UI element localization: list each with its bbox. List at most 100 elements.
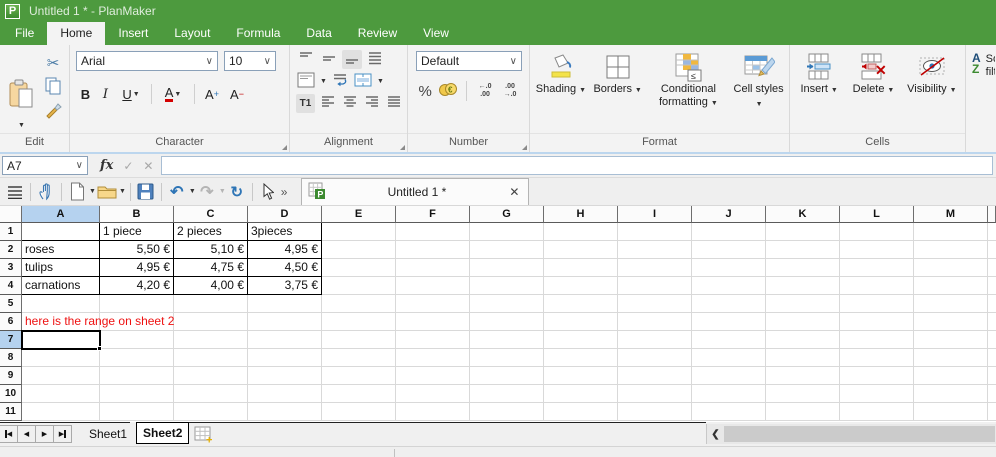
cell-E9[interactable] [322,367,396,385]
cell-B1[interactable]: 1 piece [100,223,174,241]
cell-I3[interactable] [618,259,692,277]
cell-E8[interactable] [322,349,396,367]
cell-E2[interactable] [322,241,396,259]
visibility-dropdown-icon[interactable]: ▼ [948,87,957,94]
cell-E6[interactable] [322,313,396,331]
row-header-9[interactable]: 9 [0,367,22,385]
cell-I2[interactable] [618,241,692,259]
cell-F9[interactable] [396,367,470,385]
insert-cells-dropdown-icon[interactable]: ▼ [829,87,838,94]
cell-A9[interactable] [22,367,100,385]
font-color-dropdown-icon[interactable]: ▼ [174,91,181,98]
cell-K7[interactable] [766,331,840,349]
cell-M7[interactable] [914,331,988,349]
cell-G9[interactable] [470,367,544,385]
insert-function-button[interactable]: fx [100,158,113,173]
cell-J2[interactable] [692,241,766,259]
cell-E7[interactable] [322,331,396,349]
delete-cells-dropdown-icon[interactable]: ▼ [885,87,894,94]
column-header-G[interactable]: G [470,206,544,223]
object-mode-button[interactable] [257,181,279,203]
cell-L6[interactable] [840,313,914,331]
cell-E5[interactable] [322,295,396,313]
cell-F5[interactable] [396,295,470,313]
increase-decimals-button[interactable]: ←.0.00 [474,83,496,99]
font-name-combobox[interactable]: Arial∨ [76,51,218,71]
cell-G3[interactable] [470,259,544,277]
cell-G1[interactable] [470,223,544,241]
cell-K1[interactable] [766,223,840,241]
cell-I5[interactable] [618,295,692,313]
cell-I8[interactable] [618,349,692,367]
cell-styles-dropdown-icon[interactable]: ▼ [756,101,763,108]
new-document-button[interactable] [66,181,88,203]
column-header-I[interactable]: I [618,206,692,223]
cell-J10[interactable] [692,385,766,403]
formula-input[interactable] [161,156,993,175]
hamburger-menu-button[interactable] [4,181,26,203]
cell-A10[interactable] [22,385,100,403]
cell-C8[interactable] [174,349,248,367]
align-right-button[interactable] [362,94,381,113]
last-sheet-button[interactable]: ▶ [53,425,72,443]
underline-dropdown-icon[interactable]: ▼ [133,91,140,98]
cell-A11[interactable] [22,403,100,421]
cell-H3[interactable] [544,259,618,277]
cell-D3[interactable]: 4,50 € [248,259,322,277]
cell-C4[interactable]: 4,00 € [174,277,248,295]
text-direction-button[interactable]: T1 [296,94,315,113]
number-format-combobox[interactable]: Default∨ [416,51,522,71]
merge-cells-button[interactable] [353,72,373,91]
cell-G6[interactable] [470,313,544,331]
open-document-button[interactable] [96,181,118,203]
toolbar-overflow-button[interactable]: » [281,185,288,199]
format-cell-dropdown-icon[interactable]: ▼ [320,78,327,85]
currency-format-button[interactable]: € [437,81,459,101]
cell-L9[interactable] [840,367,914,385]
column-header-F[interactable]: F [396,206,470,223]
horizontal-scrollbar[interactable]: ❮ [706,424,996,444]
cell-B5[interactable] [100,295,174,313]
cell-J7[interactable] [692,331,766,349]
cell-G11[interactable] [470,403,544,421]
borders-dropdown-icon[interactable]: ▼ [633,87,642,94]
menu-tab-review[interactable]: Review [345,22,410,45]
cell-L4[interactable] [840,277,914,295]
column-header-B[interactable]: B [100,206,174,223]
cell-K8[interactable] [766,349,840,367]
sheet-tab-sheet2[interactable]: Sheet2 [136,422,189,444]
cell-K2[interactable] [766,241,840,259]
cell-A4[interactable]: carnations [22,277,100,295]
cell-D2[interactable]: 4,95 € [248,241,322,259]
cell-L8[interactable] [840,349,914,367]
cell-B4[interactable]: 4,20 € [100,277,174,295]
cell-J4[interactable] [692,277,766,295]
format-cell-button[interactable] [296,72,316,91]
cell-M5[interactable] [914,295,988,313]
percent-format-button[interactable]: % [416,81,434,101]
cell-I1[interactable] [618,223,692,241]
cell-H10[interactable] [544,385,618,403]
menu-tab-insert[interactable]: Insert [105,22,161,45]
column-header-L[interactable]: L [840,206,914,223]
cell-I10[interactable] [618,385,692,403]
cell-C10[interactable] [174,385,248,403]
underline-button[interactable]: U▼ [116,83,146,105]
cell-D4[interactable]: 3,75 € [248,277,322,295]
paste-dropdown-icon[interactable]: ▼ [18,122,25,129]
cell-C9[interactable] [174,367,248,385]
cell-H11[interactable] [544,403,618,421]
first-sheet-button[interactable]: ◀ [0,425,18,443]
cell-D11[interactable] [248,403,322,421]
cell-G5[interactable] [470,295,544,313]
menu-tab-home[interactable]: Home [47,22,105,45]
valign-justify-button[interactable] [365,50,385,69]
cell-K6[interactable] [766,313,840,331]
row-header-8[interactable]: 8 [0,349,22,367]
cell-B9[interactable] [100,367,174,385]
next-sheet-button[interactable]: ▶ [35,425,54,443]
valign-center-button[interactable] [319,50,339,69]
cell-F11[interactable] [396,403,470,421]
cell-D5[interactable] [248,295,322,313]
menu-tab-formula[interactable]: Formula [223,22,293,45]
